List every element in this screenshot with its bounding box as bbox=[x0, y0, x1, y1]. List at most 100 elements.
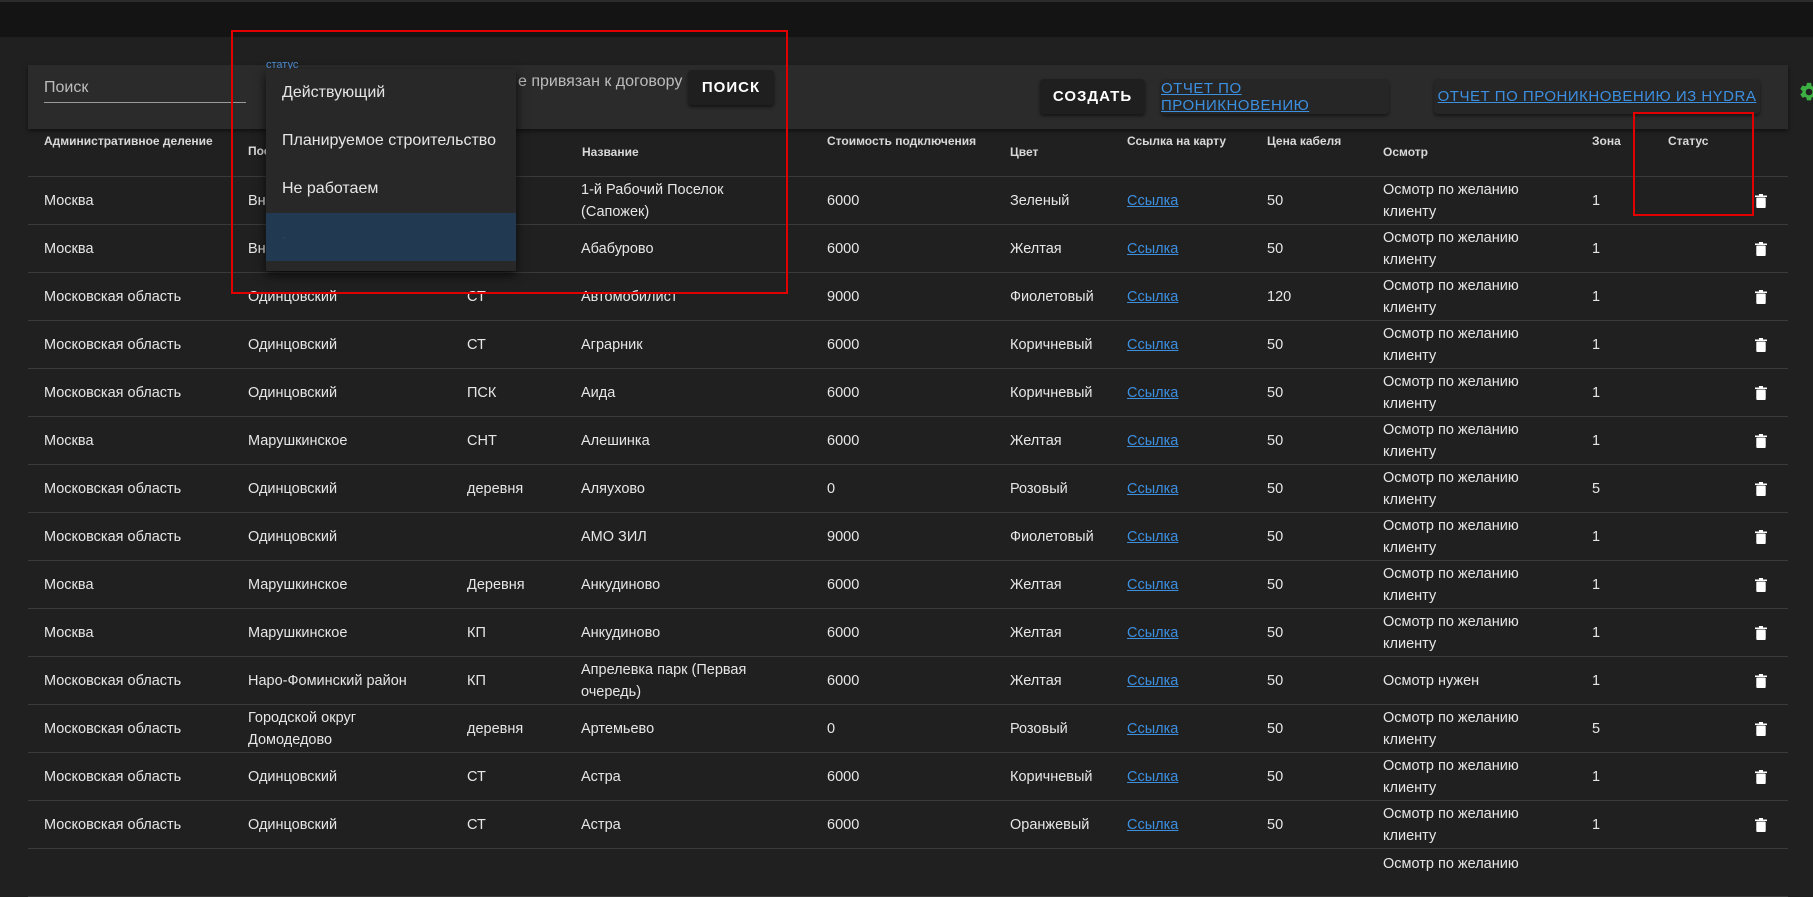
cell-cost: 6000 bbox=[827, 816, 860, 833]
cell-line: клиенту bbox=[1383, 539, 1437, 556]
delete-icon[interactable] bbox=[1755, 769, 1767, 784]
cell-settlement: Наро-Фоминский район bbox=[248, 672, 407, 689]
report-button[interactable]: ОТЧЕТ ПО ПРОНИКНОВЕНИЮ bbox=[1161, 79, 1389, 114]
cell-cost: 6000 bbox=[827, 768, 860, 785]
column-header-zone[interactable]: Зона bbox=[1592, 134, 1621, 148]
cell-name: Анкудиново bbox=[581, 574, 660, 596]
cell-cost: 9000 bbox=[827, 288, 860, 305]
column-header-color[interactable]: Цвет bbox=[1010, 145, 1038, 159]
delete-icon[interactable] bbox=[1755, 289, 1767, 304]
cell-line: клиенту bbox=[1383, 347, 1437, 364]
cell-line: Осмотр по желанию bbox=[1383, 517, 1519, 534]
table-row-partial[interactable]: Осмотр по желанию bbox=[28, 849, 1788, 897]
cell-link[interactable]: Ссылка bbox=[1127, 286, 1178, 308]
delete-icon[interactable] bbox=[1755, 337, 1767, 352]
table-row[interactable]: Московская область Одинцовский СТ Астра 6000… bbox=[28, 801, 1788, 849]
cell-line: Аляухово bbox=[581, 480, 645, 497]
cell-link[interactable]: Ссылка bbox=[1127, 238, 1178, 260]
cell-inspection: Осмотр по желанию клиенту bbox=[1383, 563, 1519, 607]
cell-settlement: Одинцовский bbox=[248, 768, 338, 785]
cell-zone: 1 bbox=[1592, 288, 1601, 305]
cell-line: Осмотр по желанию bbox=[1383, 613, 1519, 630]
dropdown-option-active[interactable]: Действующий bbox=[266, 69, 516, 117]
delete-icon[interactable] bbox=[1755, 433, 1767, 448]
contract-filter-label[interactable]: е привязан к договору bbox=[518, 73, 682, 91]
create-button[interactable]: СОЗДАТЬ bbox=[1040, 79, 1145, 114]
column-header-cost[interactable]: Стоимость подключения bbox=[827, 134, 976, 148]
cell-admin: Москва bbox=[44, 192, 94, 209]
cell-name: Артемьево bbox=[581, 718, 654, 740]
table-row[interactable]: Московская область Одинцовский деревня Аляу… bbox=[28, 465, 1788, 513]
delete-icon[interactable] bbox=[1755, 577, 1767, 592]
cell-zone: 1 bbox=[1592, 336, 1601, 353]
cell-link[interactable]: Ссылка bbox=[1127, 622, 1178, 644]
cell-link[interactable]: Ссылка bbox=[1127, 334, 1178, 356]
column-header-inspection[interactable]: Осмотр bbox=[1383, 145, 1428, 159]
dropdown-option-inactive[interactable]: Не работаем bbox=[266, 165, 516, 213]
cell-link[interactable]: Ссылка bbox=[1127, 430, 1178, 452]
cell-link[interactable]: Ссылка bbox=[1127, 574, 1178, 596]
column-header-name[interactable]: Название bbox=[582, 145, 639, 159]
gear-icon[interactable] bbox=[1798, 81, 1813, 103]
cell-cable: 50 bbox=[1267, 480, 1284, 497]
cell-admin: Москва bbox=[44, 240, 94, 257]
table-row[interactable]: Москва Марушкинское КП Анкудиново 6000 Желтая… bbox=[28, 609, 1788, 657]
cell-zone: 1 bbox=[1592, 432, 1601, 449]
cell-line: Алешинка bbox=[581, 432, 650, 449]
cell-name: Аида bbox=[581, 382, 615, 404]
column-header-map-link[interactable]: Ссылка на карту bbox=[1127, 134, 1226, 148]
table-row[interactable]: Москва Марушкинское Деревня Анкудиново 6000 Ж… bbox=[28, 561, 1788, 609]
cell-link[interactable]: Ссылка bbox=[1127, 190, 1178, 212]
cell-name: Аграрник bbox=[581, 334, 643, 356]
column-header-status[interactable]: Статус bbox=[1668, 134, 1708, 148]
table-row[interactable]: Московская область Одинцовский СТ Астра 6000… bbox=[28, 753, 1788, 801]
dropdown-option-empty[interactable]: - bbox=[266, 213, 516, 261]
table-row[interactable]: Московская область Городской округ Домоде… bbox=[28, 705, 1788, 753]
search-input[interactable] bbox=[44, 74, 246, 102]
cell-inspection: Осмотр по желанию клиенту bbox=[1383, 179, 1519, 223]
cell-cost: 9000 bbox=[827, 528, 860, 545]
delete-icon[interactable] bbox=[1755, 673, 1767, 688]
delete-icon[interactable] bbox=[1755, 481, 1767, 496]
cell-link[interactable]: Ссылка bbox=[1127, 382, 1178, 404]
cell-admin: Москва bbox=[44, 576, 94, 593]
cell-name: Абабурово bbox=[581, 238, 654, 260]
cell-link[interactable]: Ссылка bbox=[1127, 718, 1178, 740]
dropdown-option-planned[interactable]: Планируемое строительство bbox=[266, 117, 516, 165]
cell-color: Желтая bbox=[1010, 672, 1062, 689]
delete-icon[interactable] bbox=[1755, 193, 1767, 208]
search-field[interactable] bbox=[44, 74, 246, 103]
column-header-admin[interactable]: Административное деление bbox=[44, 134, 213, 148]
cell-line: Астра bbox=[581, 768, 621, 785]
cell-line: Осмотр по желанию bbox=[1383, 469, 1519, 486]
cell-line: Апрелевка парк (Первая bbox=[581, 661, 747, 678]
delete-icon[interactable] bbox=[1755, 721, 1767, 736]
cell-link[interactable]: Ссылка bbox=[1127, 478, 1178, 500]
report-hydra-button[interactable]: ОТЧЕТ ПО ПРОНИКНОВЕНИЮ ИЗ HYDRA bbox=[1434, 79, 1760, 114]
search-button[interactable]: ПОИСК bbox=[688, 70, 774, 105]
table-row[interactable]: Московская область Одинцовский ПСК Аида 6000… bbox=[28, 369, 1788, 417]
column-header-cable-price[interactable]: Цена кабеля bbox=[1267, 134, 1341, 148]
table-row[interactable]: Московская область Одинцовский СТ Аграрник 6… bbox=[28, 321, 1788, 369]
delete-icon[interactable] bbox=[1755, 529, 1767, 544]
cell-inspection: Осмотр по желанию клиенту bbox=[1383, 755, 1519, 799]
cell-color: Желтая bbox=[1010, 432, 1062, 449]
table-row[interactable]: Московская область Одинцовский АМО ЗИЛ 9000… bbox=[28, 513, 1788, 561]
delete-icon[interactable] bbox=[1755, 625, 1767, 640]
delete-icon[interactable] bbox=[1755, 241, 1767, 256]
cell-line: 1-й Рабочий Поселок bbox=[581, 181, 724, 198]
delete-icon[interactable] bbox=[1755, 817, 1767, 832]
cell-link[interactable]: Ссылка bbox=[1127, 814, 1178, 836]
cell-link[interactable]: Ссылка bbox=[1127, 670, 1178, 692]
cell-line: Осмотр нужен bbox=[1383, 672, 1480, 689]
cell-link[interactable]: Ссылка bbox=[1127, 766, 1178, 788]
cell-line: клиенту bbox=[1383, 731, 1437, 748]
delete-icon[interactable] bbox=[1755, 385, 1767, 400]
cell-color: Коричневый bbox=[1010, 384, 1093, 401]
table-row[interactable]: Московская область Наро-Фоминский район КП… bbox=[28, 657, 1788, 705]
cell-link[interactable]: Ссылка bbox=[1127, 526, 1178, 548]
cell-admin: Московская область bbox=[44, 816, 182, 833]
table-row[interactable]: Московская область Одинцовский СТ Автомобил… bbox=[28, 273, 1788, 321]
cell-name: Аляухово bbox=[581, 478, 645, 500]
table-row[interactable]: Москва Марушкинское СНТ Алешинка 6000 Желтая С… bbox=[28, 417, 1788, 465]
